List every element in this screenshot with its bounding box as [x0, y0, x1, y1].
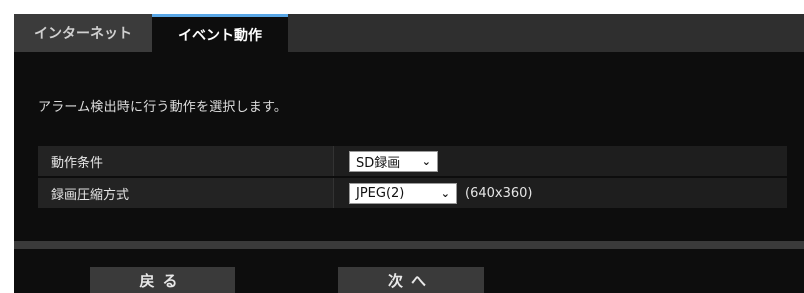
setting-value-cell: SD録画 ⌄ — [333, 146, 787, 176]
back-button[interactable]: 戻る — [90, 267, 235, 293]
resolution-text: (640x360) — [465, 185, 533, 201]
instruction-text: アラーム検出時に行う動作を選択します。 — [38, 100, 288, 115]
tab-bar: インターネット イベント動作 — [14, 14, 804, 52]
section-divider — [14, 241, 804, 249]
select-value: SD録画 — [356, 155, 401, 171]
next-button[interactable]: 次へ — [338, 267, 484, 293]
recording-compression-select[interactable]: JPEG(2) ⌄ — [349, 182, 457, 204]
setting-label: 動作条件 — [38, 146, 333, 176]
setting-label: 録画圧縮方式 — [38, 178, 333, 208]
setting-row-recording-compression: 録画圧縮方式 JPEG(2) ⌄ (640x360) — [38, 178, 787, 210]
tab-internet[interactable]: インターネット — [14, 14, 152, 52]
chevron-down-icon: ⌄ — [421, 154, 431, 168]
settings-table: 動作条件 SD録画 ⌄ 録画圧縮方式 JPEG(2) ⌄ (640x360) — [38, 146, 787, 210]
setting-row-operation-condition: 動作条件 SD録画 ⌄ — [38, 146, 787, 178]
setting-value-cell: JPEG(2) ⌄ (640x360) — [333, 178, 787, 208]
select-value: JPEG(2) — [356, 185, 405, 201]
settings-panel: インターネット イベント動作 アラーム検出時に行う動作を選択します。 動作条件 … — [14, 14, 804, 293]
operation-condition-select[interactable]: SD録画 ⌄ — [349, 150, 438, 172]
chevron-down-icon: ⌄ — [440, 186, 450, 200]
tab-event-action[interactable]: イベント動作 — [152, 14, 288, 52]
